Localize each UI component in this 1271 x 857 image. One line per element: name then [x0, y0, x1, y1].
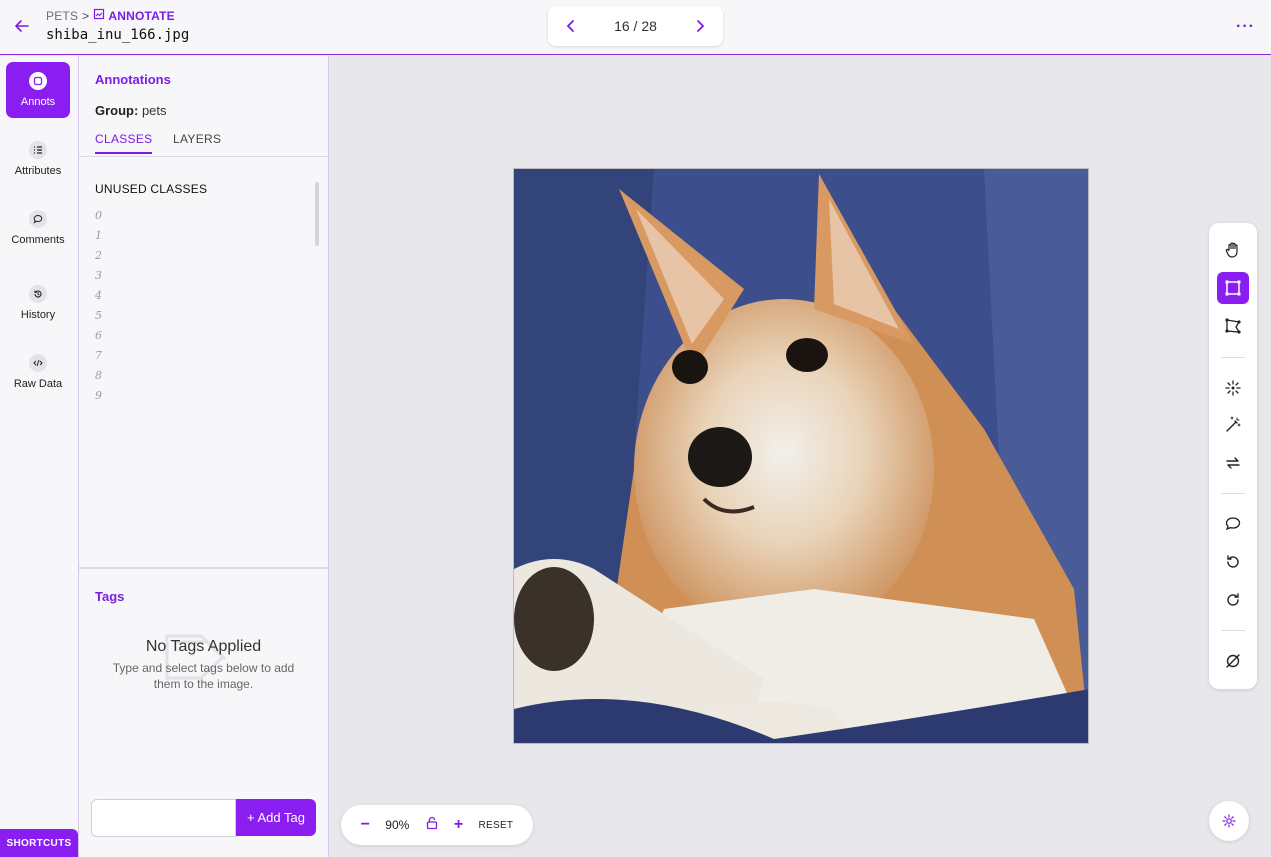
bounding-box-icon[interactable] — [1217, 272, 1249, 304]
rail-label: Annots — [20, 96, 56, 108]
code-icon — [29, 354, 47, 372]
toolbar-divider — [1221, 493, 1245, 494]
class-item[interactable]: 2 — [95, 249, 102, 269]
rail-label: Comments — [11, 234, 65, 246]
panel-title: Annotations — [95, 72, 171, 87]
breadcrumb-current-label: ANNOTATE — [108, 8, 175, 23]
group-value: pets — [141, 103, 167, 118]
zoom-level: 90% — [385, 818, 410, 832]
unused-classes-heading: UNUSED CLASSES — [95, 182, 208, 196]
undo-icon[interactable] — [1217, 546, 1249, 578]
rail-item-annots[interactable]: Annots — [6, 62, 70, 118]
rail-label: History — [20, 309, 56, 321]
toolbar-divider — [1221, 357, 1245, 358]
pager-count: 16 / 28 — [614, 18, 657, 34]
add-tag-button[interactable]: + Add Tag — [236, 799, 316, 836]
tab-layers[interactable]: LAYERS — [173, 132, 221, 152]
tags-heading: Tags — [95, 589, 125, 604]
tags-empty-state: No Tags Applied Type and select tags bel… — [79, 628, 328, 692]
rail-item-raw-data[interactable]: Raw Data — [6, 344, 70, 400]
pan-hand-icon[interactable] — [1217, 234, 1249, 266]
redo-icon[interactable] — [1217, 584, 1249, 616]
annotate-icon — [93, 8, 105, 23]
auto-segment-icon[interactable] — [1217, 372, 1249, 404]
breadcrumb: PETS > ANNOTATE — [46, 8, 175, 23]
tag-input[interactable] — [91, 799, 236, 837]
group-label: Group: — [95, 103, 139, 118]
magic-wand-icon[interactable] — [1217, 409, 1249, 441]
tab-classes[interactable]: CLASSES — [95, 132, 153, 154]
class-item[interactable]: 4 — [95, 289, 102, 309]
hide-annotations-icon[interactable] — [1217, 645, 1249, 677]
class-item[interactable]: 3 — [95, 269, 102, 289]
rail-label: Raw Data — [13, 378, 63, 390]
breadcrumb-root[interactable]: PETS — [46, 9, 78, 23]
breadcrumb-separator: > — [82, 8, 90, 23]
panel-divider — [79, 567, 328, 569]
group-info: Group: pets — [95, 103, 167, 118]
comment-tool-icon[interactable] — [1217, 508, 1249, 540]
top-header: PETS > ANNOTATE shiba_inu_166.jpg 16 / 2… — [0, 0, 1271, 55]
settings-icon[interactable] — [1209, 801, 1249, 841]
class-item[interactable]: 6 — [95, 329, 102, 349]
annotations-panel: Annotations Group: pets CLASSES LAYERS U… — [79, 56, 329, 857]
polygon-icon[interactable] — [1217, 310, 1249, 342]
zoom-in-button[interactable]: + — [454, 816, 463, 834]
rail-item-attributes[interactable]: Attributes — [6, 131, 70, 187]
file-name: shiba_inu_166.jpg — [46, 27, 190, 43]
tool-palette — [1209, 223, 1257, 689]
shortcuts-button[interactable]: SHORTCUTS — [0, 829, 78, 857]
image-canvas[interactable]: − 90% + RESET — [330, 56, 1271, 857]
class-item[interactable]: 7 — [95, 349, 102, 369]
next-image-icon[interactable] — [693, 19, 707, 33]
image-pager: 16 / 28 — [548, 6, 723, 46]
classes-scrollbar[interactable] — [315, 182, 319, 246]
back-arrow-icon[interactable] — [12, 16, 32, 36]
class-list: 0 1 2 3 4 5 6 7 8 9 — [95, 209, 102, 409]
zoom-out-button[interactable]: − — [361, 816, 370, 834]
history-icon — [29, 285, 47, 303]
no-tags-message: No Tags Applied — [145, 638, 262, 655]
reset-zoom-button[interactable]: RESET — [478, 820, 513, 831]
rail-item-history[interactable]: History — [6, 275, 70, 331]
annotated-image[interactable] — [513, 168, 1089, 744]
class-item[interactable]: 1 — [95, 229, 102, 249]
comment-icon — [29, 210, 47, 228]
annotation-icon — [29, 72, 47, 90]
lock-icon[interactable] — [425, 816, 439, 835]
rail-item-comments[interactable]: Comments — [6, 200, 70, 256]
swap-icon[interactable] — [1217, 447, 1249, 479]
class-item[interactable]: 8 — [95, 369, 102, 389]
left-rail: Annots Attributes Comments History Raw D… — [0, 56, 79, 857]
more-options-icon[interactable]: ··· — [1236, 18, 1255, 36]
toolbar-divider — [1221, 630, 1245, 631]
class-item[interactable]: 0 — [95, 209, 102, 229]
breadcrumb-current: ANNOTATE — [93, 8, 175, 23]
panel-tabs: CLASSES LAYERS — [79, 132, 328, 157]
zoom-controls: − 90% + RESET — [341, 805, 533, 845]
rail-label: Attributes — [14, 165, 62, 177]
class-item[interactable]: 5 — [95, 309, 102, 329]
class-item[interactable]: 9 — [95, 389, 102, 409]
previous-image-icon[interactable] — [564, 19, 578, 33]
no-tags-hint: Type and select tags below to add them t… — [112, 661, 295, 691]
list-icon — [29, 141, 47, 159]
